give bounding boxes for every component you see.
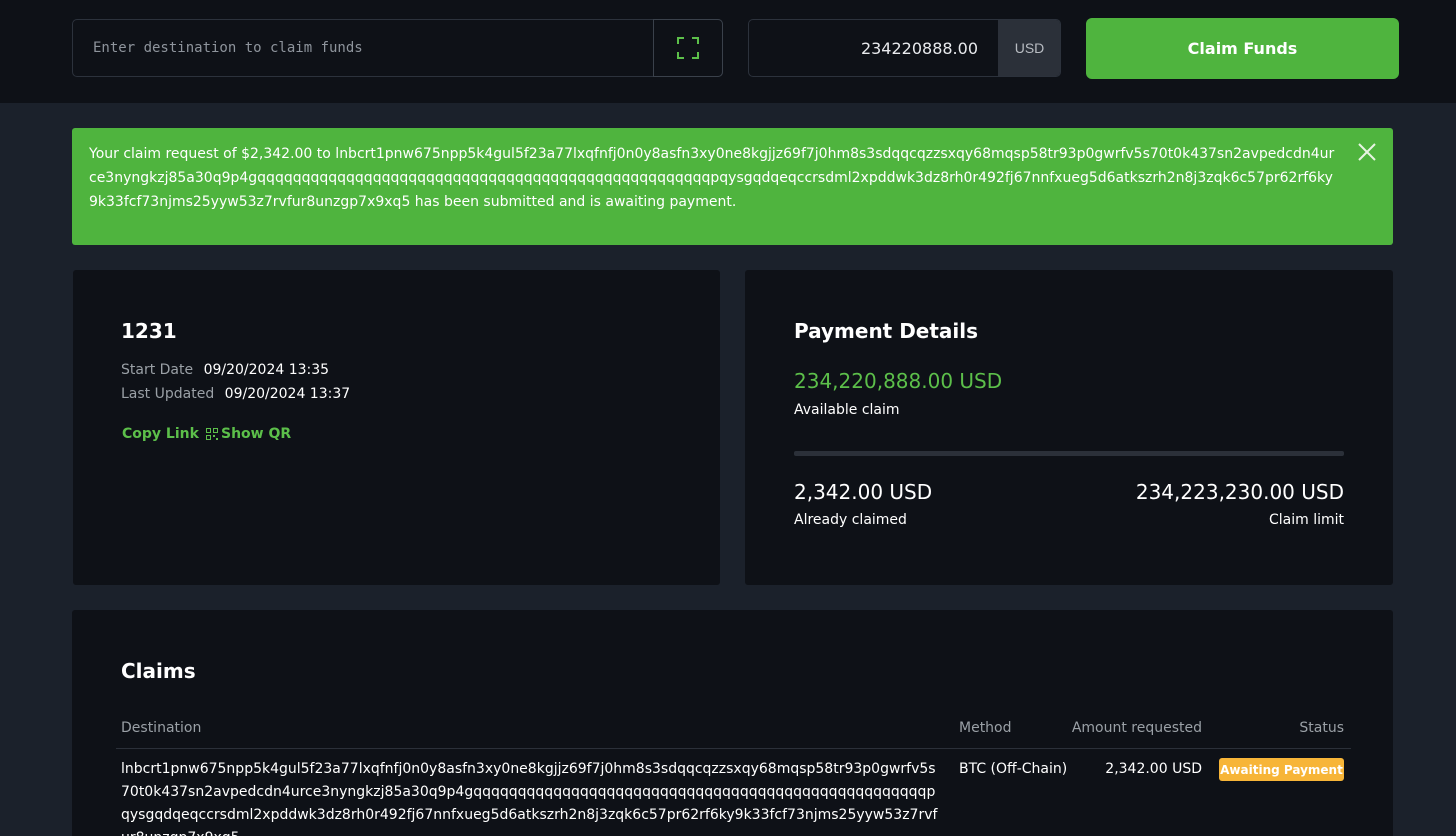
destination-input[interactable] — [73, 20, 653, 76]
column-header-status: Status — [1299, 720, 1344, 736]
amount-input[interactable] — [749, 20, 998, 76]
last-updated-row: Last Updated 09/20/2024 13:37 — [121, 386, 350, 402]
claim-funds-button[interactable]: Claim Funds — [1086, 18, 1399, 79]
destination-field — [72, 19, 723, 77]
available-claim-amount: 234,220,888.00 USD — [794, 369, 1003, 393]
show-qr-label: Show QR — [221, 426, 292, 442]
table-divider — [116, 748, 1351, 749]
amount-field: USD — [748, 19, 1061, 77]
already-claimed-label: Already claimed — [794, 512, 907, 528]
claim-limit-amount: 234,223,230.00 USD — [1135, 480, 1344, 504]
column-header-amount: Amount requested — [1071, 720, 1202, 736]
payment-details-card: Payment Details 234,220,888.00 USD Avail… — [745, 270, 1393, 585]
show-qr-button[interactable]: Show QR — [206, 426, 291, 442]
claim-method: BTC (Off-Chain) — [959, 761, 1068, 777]
claim-limit-label: Claim limit — [1268, 512, 1344, 528]
copy-link-button[interactable]: Copy Link — [122, 426, 199, 442]
start-date-label: Start Date — [121, 362, 194, 378]
column-header-method: Method — [959, 720, 1012, 736]
last-updated-label: Last Updated — [121, 386, 215, 402]
pull-payment-id: 1231 — [121, 319, 177, 343]
close-icon[interactable] — [1355, 140, 1379, 164]
claims-card: Claims Destination Method Amount request… — [72, 610, 1393, 836]
currency-label: USD — [998, 20, 1060, 76]
claims-title: Claims — [121, 659, 196, 683]
start-date-row: Start Date 09/20/2024 13:35 — [121, 362, 329, 378]
claim-progress-bar — [794, 451, 1344, 456]
available-claim-label: Available claim — [794, 402, 900, 418]
scan-qr-button[interactable] — [653, 19, 723, 77]
qr-code-icon — [206, 428, 218, 440]
alert-message: Your claim request of $2,342.00 to lnbcr… — [89, 146, 1335, 210]
top-bar: USD Claim Funds — [0, 0, 1456, 103]
pull-payment-card: 1231 Start Date 09/20/2024 13:35 Last Up… — [73, 270, 720, 585]
column-header-destination: Destination — [121, 720, 202, 736]
start-date-value: 09/20/2024 13:35 — [203, 362, 330, 378]
already-claimed-amount: 2,342.00 USD — [794, 480, 933, 504]
claim-destination: lnbcrt1pnw675npp5k4gul5f23a77lxqfnfj0n0y… — [121, 761, 938, 836]
last-updated-value: 09/20/2024 13:37 — [224, 386, 351, 402]
status-badge: Awaiting Payment — [1219, 758, 1344, 781]
success-alert: Your claim request of $2,342.00 to lnbcr… — [72, 128, 1393, 245]
payment-details-title: Payment Details — [794, 319, 979, 343]
claim-amount: 2,342.00 USD — [1105, 761, 1202, 777]
scan-qr-icon — [677, 37, 699, 59]
